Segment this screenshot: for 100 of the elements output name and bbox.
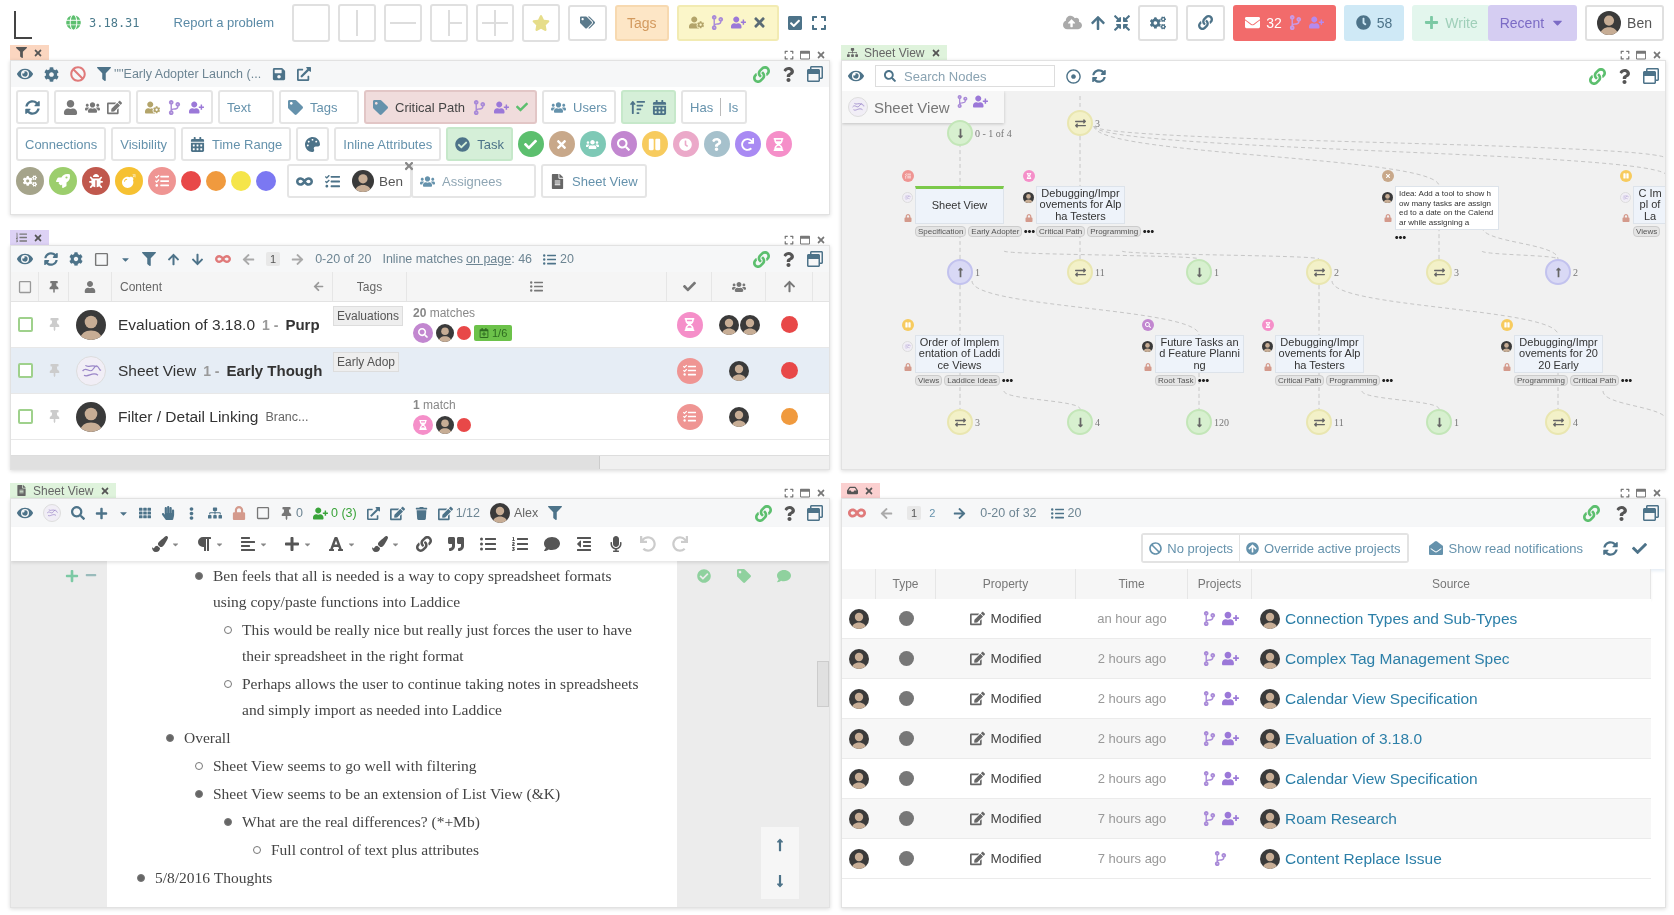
table-row[interactable]: Sheet View 1 - Early Though Early Adop <box>11 348 829 394</box>
connector-count: 3 <box>1454 266 1459 278</box>
table-row[interactable]: Modified 7 hours ago Content Replace Issue <box>842 839 1651 879</box>
item-number: 1 - <box>203 362 220 379</box>
assignee-name: Ben <box>379 173 404 189</box>
page-number[interactable]: 2 <box>925 506 940 520</box>
source-link[interactable]: Content Replace Issue <box>1285 849 1442 868</box>
source-link[interactable]: Calendar View Specification <box>1285 689 1478 708</box>
visibility-filter-button[interactable]: Visibility <box>111 127 176 161</box>
property-text: Modified <box>990 771 1042 786</box>
column-header[interactable]: Content <box>120 279 163 294</box>
time-range-filter-button[interactable]: Time Range <box>181 127 292 161</box>
time-text: 2 hours ago <box>1097 651 1167 666</box>
item-number: 1 - <box>262 316 279 333</box>
table-row[interactable]: Modified 2 hours ago Evaluation of 3.18.0 <box>842 719 1651 759</box>
inline-matches-count: : 46 <box>511 252 533 266</box>
assign-count: 0 (3) <box>330 506 357 520</box>
range-label: 0-20 of 20 <box>315 252 372 266</box>
filter-name[interactable]: ''''Early Adopter Launch (... <box>114 67 262 81</box>
property-text: Modified <box>990 851 1042 866</box>
search-field[interactable]: Search Nodes <box>875 65 1055 87</box>
outline-text: This would be really nice but really just forces the user to have their spreadsheet in the right format <box>242 620 633 666</box>
connector-count: 4 <box>1573 416 1578 428</box>
time-text: 7 hours ago <box>1097 851 1167 866</box>
table-row[interactable]: Modified 2 hours ago Calendar View Specification <box>842 759 1651 799</box>
outline-text: Sheet View seems to be an extension of List View (&K) <box>213 784 561 804</box>
time-text: 7 hours ago <box>1097 811 1167 826</box>
no-projects-button[interactable]: No projects <box>1143 535 1240 561</box>
panel-tab[interactable]: Sheet View <box>841 45 947 60</box>
item-subtitle: Branc... <box>265 409 309 424</box>
tag-chip[interactable]: Early Adop <box>333 352 400 372</box>
page-number[interactable]: 1 <box>907 506 922 520</box>
tag-chip[interactable]: Critical Path <box>1036 226 1086 237</box>
user-button[interactable]: Ben <box>1585 4 1664 41</box>
column-header[interactable]: Tags <box>333 272 407 301</box>
page-number[interactable]: 1 <box>266 252 281 266</box>
edit-count: 1/12 <box>455 506 480 520</box>
page-size: 20 <box>1067 506 1082 520</box>
page-size: 20 <box>560 252 574 266</box>
task-filter-button[interactable]: Task <box>446 127 513 161</box>
item-title[interactable]: Evaluation of 3.18.0 <box>118 315 256 334</box>
tag-chip[interactable]: Programming <box>1514 375 1568 386</box>
table-row[interactable]: Modified 2 hours ago Calendar View Specification <box>842 679 1651 719</box>
report-link[interactable]: Report a problem <box>173 15 275 30</box>
table-row[interactable]: Modified 7 hours ago Roam Research <box>842 799 1651 839</box>
root-title: Sheet View <box>874 98 950 116</box>
panel-tab[interactable]: Sheet View <box>10 483 116 498</box>
root-card[interactable]: Sheet View <box>842 91 1004 123</box>
item-subtitle: Early Though <box>226 362 323 379</box>
has-is-toggle[interactable]: Has Is <box>681 90 748 124</box>
table-row[interactable]: Evaluation of 3.18.0 1 - Purp Evaluations 20 matches 1/6 <box>11 302 829 348</box>
users-filter-button[interactable]: Users <box>542 90 617 124</box>
item-title[interactable]: Sheet View <box>118 361 197 380</box>
matches-count: 1 match <box>413 398 456 412</box>
source-link[interactable]: Roam Research <box>1285 809 1397 828</box>
source-link[interactable]: Evaluation of 3.18.0 <box>1285 729 1423 748</box>
node-card[interactable]: Sheet View <box>915 186 1004 224</box>
property-text: Modified <box>990 651 1042 666</box>
text-filter-button[interactable]: Text <box>218 90 274 124</box>
tag-chip[interactable]: Specification <box>915 226 967 237</box>
tag-chip[interactable]: Early Adopter <box>968 226 1023 237</box>
view-button[interactable]: Sheet View <box>541 164 647 198</box>
outline-text: Ben feels that all is needed is a way to copy spreadsheet formats using copy/paste functions into Laddice <box>213 566 613 612</box>
table-row[interactable]: Modified 2 hours ago Complex Tag Management Spec <box>842 639 1651 679</box>
tags-filter-button[interactable]: Tags <box>279 90 359 124</box>
connector-count: 3 <box>975 416 980 428</box>
assignee-filter[interactable]: Ben <box>287 164 413 198</box>
time-text: an hour ago <box>1097 611 1167 626</box>
tag-chip[interactable]: Evaluations <box>333 306 404 326</box>
time-text: 2 hours ago <box>1097 731 1167 746</box>
timer-button[interactable]: 58 <box>1343 4 1405 41</box>
item-subtitle: Purp <box>285 316 320 333</box>
tag-chip[interactable]: Critical Path <box>1275 375 1325 386</box>
tag-chip[interactable]: Programming <box>1087 226 1142 237</box>
connections-filter-button[interactable]: Connections <box>16 127 107 161</box>
show-read-button[interactable]: Show read notifications <box>1422 539 1589 557</box>
connector-count: 0 - 1 of 4 <box>975 127 1012 139</box>
property-text: Modified <box>990 691 1042 706</box>
outline-text: Overall <box>184 728 231 748</box>
connector-count: 11 <box>1334 416 1344 428</box>
property-text: Modified <box>990 731 1042 746</box>
connector-count: 4 <box>1095 416 1100 428</box>
source-link[interactable]: Calendar View Specification <box>1285 769 1478 788</box>
connector-count: 3 <box>1095 117 1100 129</box>
connector-count: 120 <box>1214 416 1229 428</box>
critical-path-filter[interactable]: Critical Path <box>364 90 538 124</box>
inline-attributes-button[interactable]: Inline Attributes <box>334 127 442 161</box>
tag-chip[interactable]: Root Task <box>1155 375 1197 386</box>
source-link[interactable]: Connection Types and Sub-Types <box>1285 609 1518 628</box>
source-link[interactable]: Complex Tag Management Spec <box>1285 649 1510 668</box>
time-text: 2 hours ago <box>1097 691 1167 706</box>
tag-chip[interactable]: Critical Path <box>1570 375 1620 386</box>
tag-chip[interactable]: Laddice Ideas <box>944 375 1001 386</box>
tag-chip[interactable]: Views <box>915 375 943 386</box>
range-label: 0-20 of 32 <box>980 506 1037 520</box>
item-title[interactable]: Filter / Detail Linking <box>118 407 259 426</box>
table-row[interactable]: Modified an hour ago Connection Types and Sub-Types <box>842 599 1651 639</box>
tag-chip[interactable]: Views <box>1633 226 1661 237</box>
tag-chip[interactable]: Programming <box>1326 375 1381 386</box>
table-row[interactable]: Filter / Detail Linking Branc... 1 match <box>11 394 829 440</box>
